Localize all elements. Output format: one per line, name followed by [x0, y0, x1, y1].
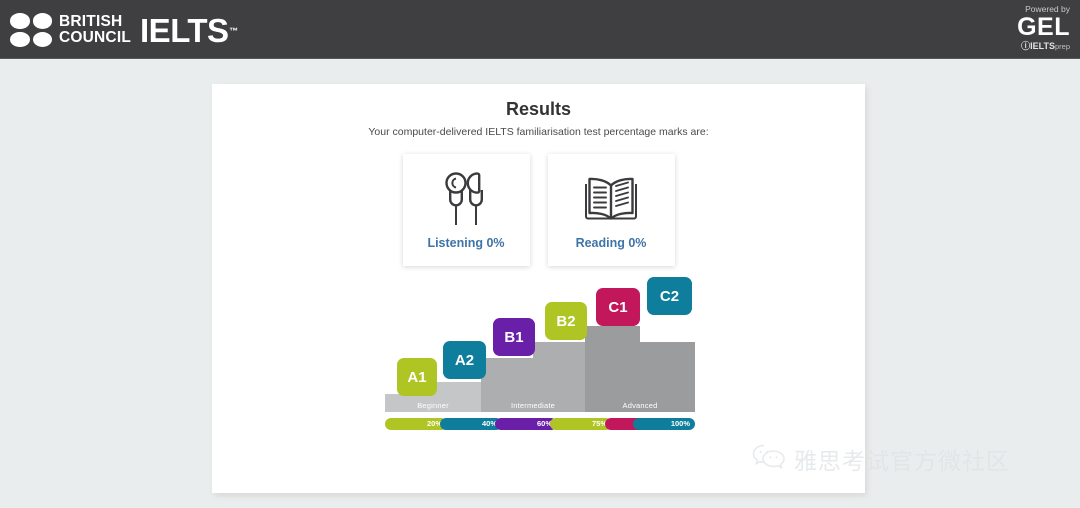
- cefr-badge-c2: C2: [647, 277, 692, 315]
- wechat-icon: [752, 443, 786, 476]
- cefr-tier-label-intermediate: Intermediate: [510, 401, 556, 410]
- score-card-label: Reading 0%: [575, 236, 647, 250]
- wechat-watermark: 雅思考试官方微社区: [752, 442, 1010, 476]
- cefr-tier-label-beginner: Beginner: [417, 401, 449, 410]
- cefr-tier-label-advanced: Advanced: [622, 401, 658, 410]
- british-council-ielts-logo: BRITISH COUNCIL IELTS ™: [10, 11, 238, 49]
- score-card-row: Listening 0% Reading 0%: [212, 154, 865, 266]
- open-book-icon: [583, 168, 639, 230]
- trademark-symbol: ™: [229, 25, 238, 36]
- app-header: BRITISH COUNCIL IELTS ™ Powered by GEL ⓘ…: [0, 0, 1080, 59]
- score-card-label: Listening 0%: [427, 236, 505, 250]
- results-content-card: Results Your computer-delivered IELTS fa…: [212, 84, 865, 493]
- page-title: Results: [505, 99, 572, 119]
- brand-line-british: BRITISH: [59, 13, 123, 30]
- registered-mark-icon: ⓘ: [1021, 41, 1031, 51]
- brand-line-council: COUNCIL: [59, 29, 132, 46]
- cefr-badge-b1: B1: [493, 318, 535, 356]
- watermark-text: 雅思考试官方微社区: [794, 449, 1010, 475]
- cefr-percent-scale: 20% 40% 60% 75% 85% 100%: [385, 418, 695, 430]
- percent-segment-40: 40%: [440, 418, 502, 430]
- cefr-badge-a2: A2: [443, 341, 486, 379]
- percent-segment-100: 100%: [633, 418, 695, 430]
- cefr-step-c1: [585, 326, 640, 412]
- gel-ielts-prep-label: ⓘIELTSprep: [1021, 41, 1070, 51]
- british-council-wordmark: BRITISH COUNCIL: [59, 14, 131, 46]
- score-card-listening[interactable]: Listening 0%: [402, 154, 530, 266]
- cefr-badge-c1: C1: [596, 288, 640, 326]
- score-card-reading[interactable]: Reading 0%: [547, 154, 675, 266]
- cefr-badge-b2: B2: [545, 302, 587, 340]
- percent-segment-60: 60%: [495, 418, 557, 430]
- percent-segment-75: 75%: [550, 418, 612, 430]
- gel-branding: Powered by GEL ⓘIELTSprep: [992, 4, 1070, 53]
- gel-logo-text: GEL: [1017, 13, 1070, 41]
- cefr-badge-a1: A1: [397, 358, 437, 396]
- page-subtitle: Your computer-delivered IELTS familiaris…: [368, 126, 709, 138]
- british-council-dots-icon: [10, 13, 52, 47]
- results-page: BRITISH COUNCIL IELTS ™ Powered by GEL ⓘ…: [0, 0, 1080, 508]
- cefr-level-chart: Beginner Intermediate Advanced A1 A2 B1 …: [385, 277, 695, 430]
- percent-segment-20: 20%: [385, 418, 447, 430]
- ielts-wordmark: IELTS ™: [140, 11, 238, 49]
- earbuds-icon: [443, 168, 489, 230]
